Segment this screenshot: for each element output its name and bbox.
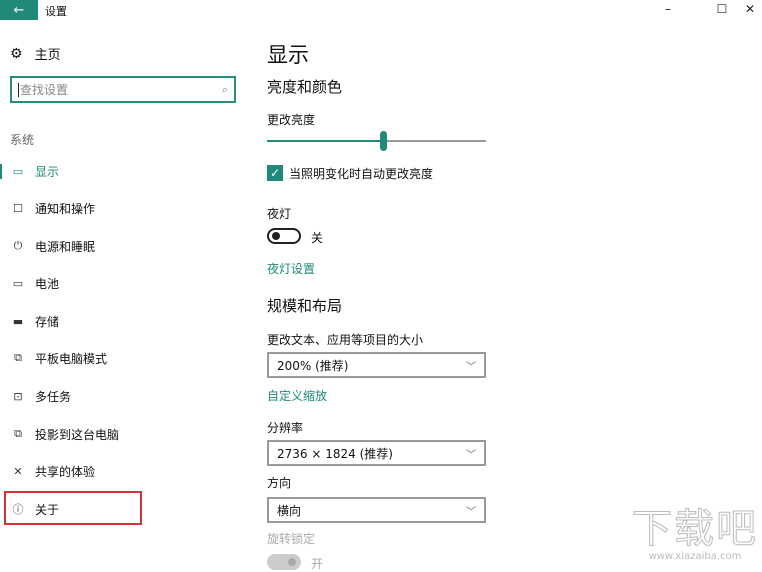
night-light-state: 关 (311, 231, 324, 245)
brightness-label: 更改亮度 (267, 113, 316, 127)
orientation-label: 方向 (267, 476, 292, 490)
watermark-logo: 下载吧 www.xiazaiba.com (632, 506, 758, 563)
window-title: 设置 (45, 5, 67, 18)
rotation-lock-toggle[interactable] (267, 554, 301, 570)
night-light-settings-link[interactable]: 夜灯设置 (267, 260, 315, 277)
night-light-toggle[interactable] (267, 228, 301, 244)
sidebar-item-3[interactable]: ▭ 电池 (0, 268, 200, 298)
sidebar-item-label: 显示 (35, 164, 60, 179)
sidebar-item-icon: ▬ (12, 314, 24, 328)
text-caret (18, 82, 19, 97)
highlight-box (4, 491, 142, 525)
watermark-url: www.xiazaiba.com (648, 551, 742, 562)
auto-brightness-checkbox[interactable]: ✓ (267, 165, 283, 181)
home-label: 主页 (34, 48, 61, 63)
slider-thumb[interactable] (380, 131, 388, 151)
scale-value: 200% (推荐) (277, 358, 349, 373)
toggle-knob (272, 232, 280, 240)
resolution-value: 2736 × 1824 (推荐) (277, 446, 393, 461)
back-button[interactable]: ← (0, 0, 38, 20)
sidebar-item-icon: ☐ (13, 201, 23, 215)
section-label-system: 系统 (10, 133, 35, 147)
watermark-logo-text: 下载吧 (632, 506, 758, 552)
scale-dropdown[interactable]: 200% (推荐) ﹀ (267, 352, 486, 378)
page-title: 显示 (267, 43, 309, 67)
rotation-lock-label: 旋转锁定 (267, 532, 316, 546)
resolution-dropdown[interactable]: 2736 × 1824 (推荐) ﹀ (267, 440, 486, 466)
back-arrow-icon: ← (13, 2, 25, 18)
sidebar-item-label: 平板电脑模式 (35, 351, 108, 366)
sidebar-item-label: 多任务 (35, 389, 72, 404)
section-brightness: 亮度和颜色 (267, 78, 343, 96)
minimize-button[interactable]: – (654, 0, 682, 18)
custom-scaling-link[interactable]: 自定义缩放 (267, 387, 327, 404)
sidebar-item-icon: ✕ (13, 464, 23, 478)
orientation-dropdown[interactable]: 横向 ﹀ (267, 497, 486, 523)
slider-fill (267, 140, 384, 142)
sidebar-item-2[interactable]: ⏻ 电源和睡眠 (0, 231, 200, 261)
sidebar-item-8[interactable]: ✕ 共享的体验 (0, 456, 200, 486)
sidebar-item-label: 共享的体验 (35, 464, 96, 479)
sidebar-item-icon: ⧉ (14, 427, 22, 440)
sidebar-item-label: 存储 (35, 314, 60, 329)
sidebar-item-icon: ▭ (12, 164, 24, 178)
brightness-slider[interactable] (267, 131, 486, 151)
scale-label: 更改文本、应用等项目的大小 (267, 333, 424, 347)
sidebar-item-label: 通知和操作 (35, 201, 96, 216)
sidebar-item-label: 电池 (35, 276, 60, 291)
sidebar-item-5[interactable]: ⧉ 平板电脑模式 (0, 343, 200, 373)
gear-icon: ⚙ (10, 45, 23, 62)
chevron-down-icon: ﹀ (466, 361, 476, 373)
toggle-knob (288, 558, 296, 566)
sidebar-item-4[interactable]: ▬ 存储 (0, 306, 200, 336)
sidebar-home[interactable]: ⚙ 主页 (10, 44, 61, 64)
auto-brightness-label: 当照明变化时自动更改亮度 (289, 167, 434, 181)
sidebar-item-label: 投影到这台电脑 (35, 427, 120, 442)
sidebar-item-icon: ⊡ (13, 389, 23, 403)
sidebar-item-icon: ⏻ (13, 239, 23, 252)
search-placeholder: 查找设置 (20, 83, 69, 97)
sidebar-item-7[interactable]: ⧉ 投影到这台电脑 (0, 419, 200, 449)
section-scale-layout: 规模和布局 (267, 297, 343, 315)
sidebar-item-icon: ⧉ (14, 351, 22, 364)
maximize-button[interactable]: ☐ (708, 0, 736, 18)
checkmark-icon: ✓ (269, 166, 281, 180)
resolution-label: 分辨率 (267, 421, 304, 435)
sidebar-item-6[interactable]: ⊡ 多任务 (0, 381, 200, 411)
sidebar-item-1[interactable]: ☐ 通知和操作 (0, 193, 200, 223)
search-icon: ⌕ (221, 82, 228, 96)
chevron-down-icon: ﹀ (466, 449, 476, 461)
sidebar-item-0[interactable]: ▭ 显示 (0, 156, 200, 186)
close-button[interactable]: ✕ (736, 0, 762, 18)
sidebar-item-icon: ▭ (12, 276, 24, 290)
night-light-label: 夜灯 (267, 207, 292, 221)
search-input[interactable]: 查找设置 ⌕ (10, 76, 236, 103)
chevron-down-icon: ﹀ (466, 506, 476, 518)
sidebar-item-label: 电源和睡眠 (35, 239, 96, 254)
orientation-value: 横向 (277, 503, 302, 518)
